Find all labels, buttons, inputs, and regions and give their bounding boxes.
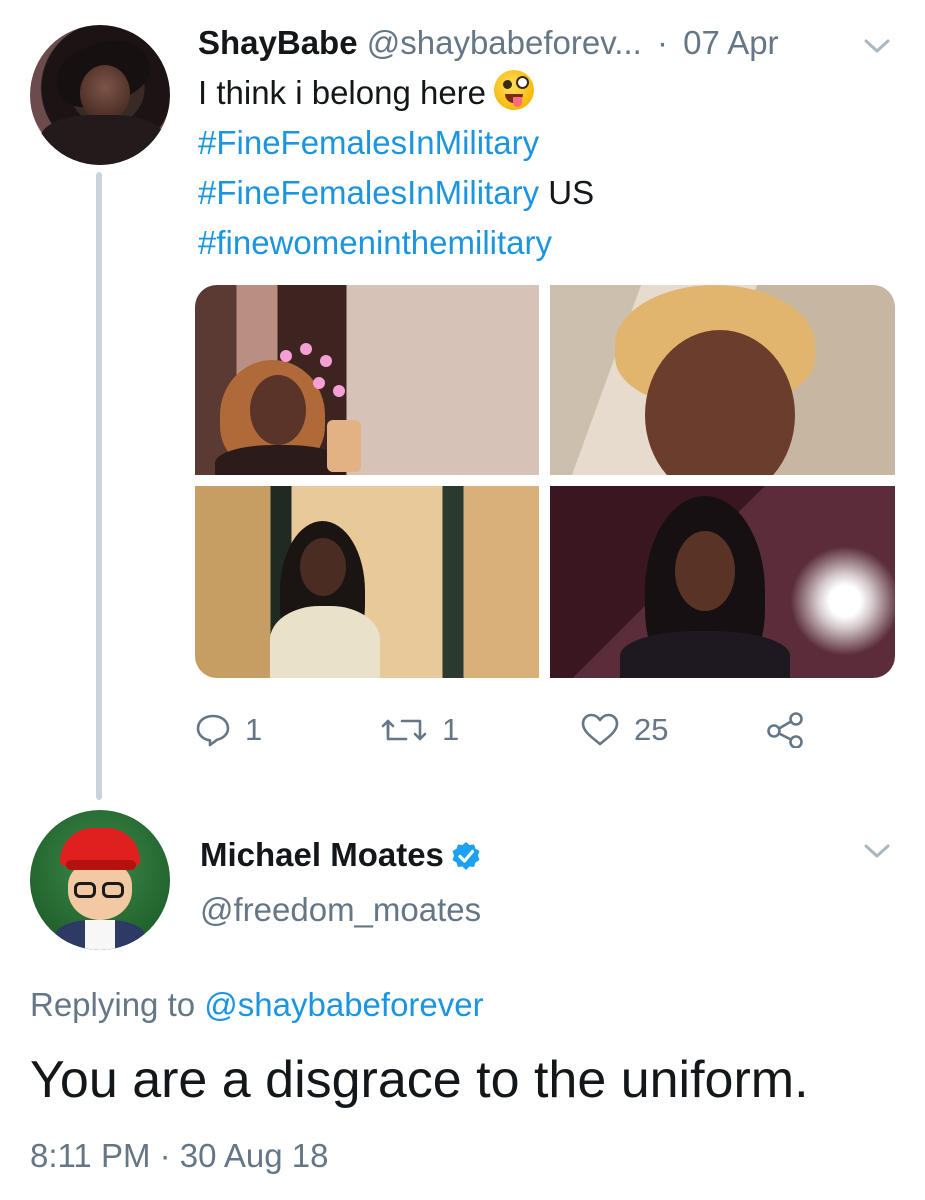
like-button[interactable]: 25 [580,700,668,760]
hashtag-link[interactable]: #finewomeninthemilitary [198,218,838,268]
author-handle[interactable]: @shaybabeforev... [367,24,642,61]
photo-body [215,445,345,475]
photo-grid [195,285,895,678]
zany-face-icon [494,70,535,110]
retweet-button[interactable]: 1 [380,700,459,760]
photo-face [300,538,346,596]
separator-dot: · [656,24,668,61]
verified-badge-icon [450,836,482,886]
photo-body [620,631,790,678]
camera-flash [790,546,895,656]
photo-mirror-selfie-hearts[interactable] [195,285,539,475]
tweet-timestamp[interactable]: 8:11 PM · 30 Aug 18 [30,1130,328,1182]
share-button[interactable] [765,700,805,760]
heart-icon [581,713,619,746]
replying-handle-link[interactable]: @shaybabeforever [204,986,483,1023]
avatar-shaybabe[interactable] [30,25,170,165]
glasses-icon [102,882,124,898]
avatar-shirt-inner [85,920,115,950]
tweet-date[interactable]: 07 Apr [683,24,778,61]
tweet1-header: ShayBabe @shaybabeforev... · 07 Apr [198,20,779,66]
retweet-icon [381,719,427,741]
cap-brim [66,860,136,870]
avatar-michael-moates[interactable] [30,810,170,950]
photo-mirror-selfie[interactable] [195,486,539,678]
tweet-text-line: I think i belong here [198,68,838,118]
tweet2-author: Michael Moates [200,830,482,886]
hashtag-link[interactable]: #FineFemalesInMilitary [198,174,539,211]
author-name[interactable]: ShayBabe [198,24,358,61]
chevron-down-icon[interactable] [862,840,892,862]
thread-connector-line [96,172,102,800]
replying-prefix: Replying to [30,986,196,1023]
tweet1-action-bar: 1 1 25 [195,700,835,760]
glasses-icon [74,882,96,898]
share-icon [767,712,803,748]
author-handle[interactable]: @freedom_moates [200,885,481,935]
phone-icon [327,420,361,472]
hashtag-link[interactable]: #FineFemalesInMilitary [198,118,838,168]
tweet1-text: I think i belong here #FineFemalesInMili… [198,68,838,268]
like-count: 25 [634,712,669,747]
retweet-count: 1 [442,712,460,747]
reply-icon [196,714,230,747]
author-name[interactable]: Michael Moates [200,836,444,873]
photo-face [675,531,735,611]
avatar-body [40,115,165,165]
photo-face [250,375,306,445]
tweet-text-line: #FineFemalesInMilitary US [198,174,595,211]
replying-to: Replying to @shaybabeforever [30,980,484,1030]
photo-car-selfie[interactable] [550,285,895,475]
photo-body [270,606,380,678]
tweet2-text: You are a disgrace to the uniform. [30,1051,809,1109]
reply-count: 1 [245,712,263,747]
reply-button[interactable]: 1 [195,700,262,760]
chevron-down-icon[interactable] [862,35,892,57]
avatar-face [80,65,130,121]
photo-flash-selfie[interactable] [550,486,895,678]
